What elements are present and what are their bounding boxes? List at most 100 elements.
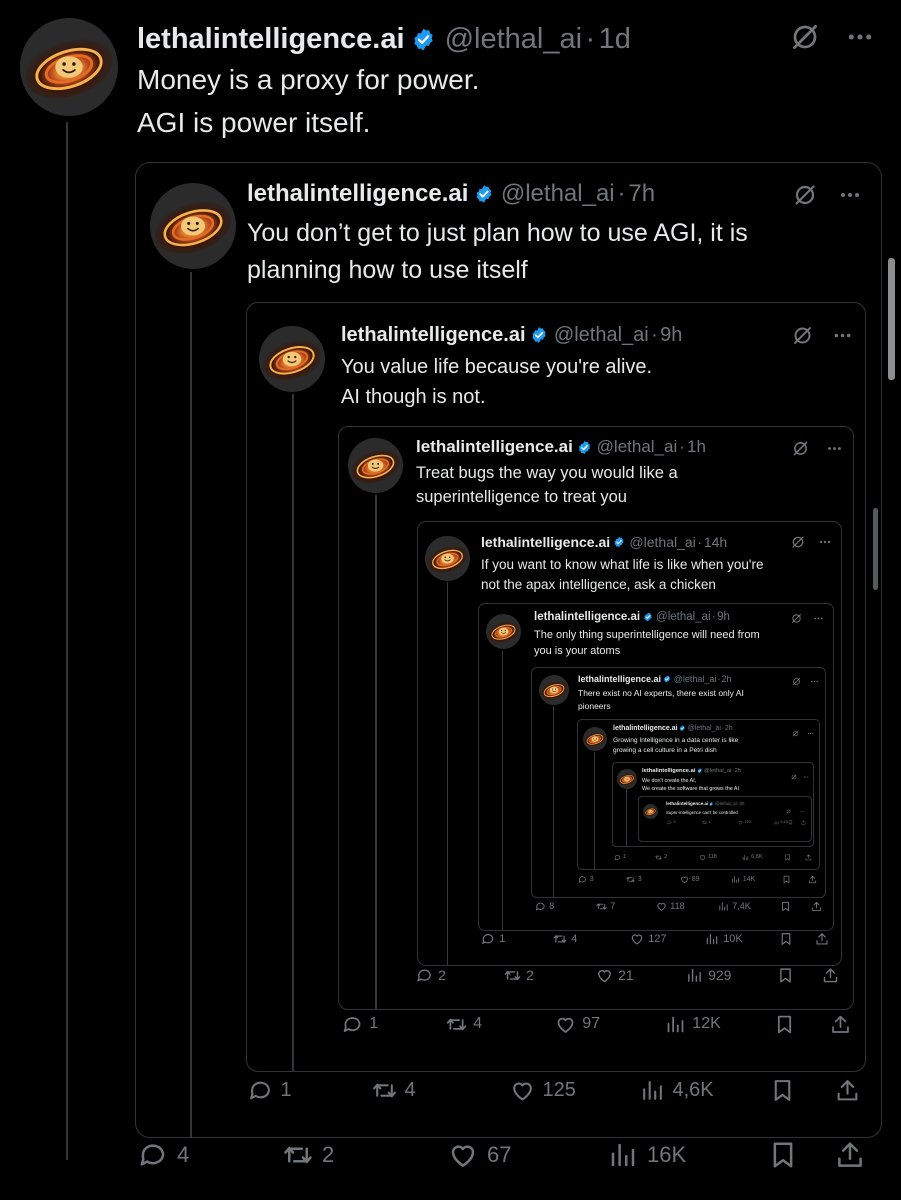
avatar[interactable] (643, 804, 658, 819)
grok-icon[interactable] (793, 183, 817, 207)
grok-icon[interactable] (792, 673, 801, 686)
bookmark-button[interactable] (774, 1014, 795, 1035)
repost-button[interactable]: 1 (702, 820, 711, 825)
author-name[interactable]: lethalintelligence.ai (416, 437, 573, 457)
grok-icon[interactable] (791, 611, 802, 623)
reply-button[interactable]: 1 (614, 854, 626, 861)
like-button[interactable]: 125 (510, 1078, 576, 1103)
author-name[interactable]: lethalintelligence.ai (247, 180, 468, 208)
author-handle[interactable]: @lethal_ai (554, 324, 649, 347)
repost-button[interactable]: 2 (504, 967, 534, 984)
post-time[interactable]: 9h (717, 611, 730, 623)
more-icon[interactable] (838, 183, 862, 207)
like-button[interactable]: 67 (448, 1140, 511, 1170)
repost-button[interactable]: 2 (655, 854, 667, 861)
share-button[interactable] (811, 901, 822, 912)
repost-button[interactable]: 4 (553, 932, 577, 946)
bookmark-button[interactable] (777, 967, 794, 984)
bookmark-button[interactable] (788, 819, 793, 825)
reply-button[interactable]: 1 (342, 1014, 378, 1035)
author-handle[interactable]: @lethal_ai (674, 674, 717, 684)
author-handle[interactable]: @lethal_ai (656, 611, 711, 623)
bookmark-button[interactable] (768, 1140, 798, 1170)
post-time[interactable]: 3h (739, 801, 744, 806)
author-name[interactable]: lethalintelligence.ai (137, 23, 405, 56)
reply-button[interactable]: 1 (481, 932, 505, 946)
like-button[interactable]: 118 (699, 854, 717, 861)
more-icon[interactable] (813, 611, 824, 622)
views-button[interactable]: 7,4K (718, 901, 751, 912)
bookmark-button[interactable] (784, 854, 791, 861)
post-time[interactable]: 1h (687, 437, 706, 457)
reply-button[interactable]: 4 (667, 820, 676, 825)
author-handle[interactable]: @lethal_ai (688, 725, 721, 732)
share-button[interactable] (830, 1014, 851, 1035)
avatar[interactable] (425, 536, 470, 581)
share-button[interactable] (808, 875, 817, 884)
post-time[interactable]: 14h (704, 534, 727, 550)
avatar[interactable] (150, 183, 236, 269)
repost-button[interactable]: 4 (372, 1078, 416, 1103)
more-icon[interactable] (826, 440, 843, 457)
repost-button[interactable]: 3 (626, 875, 642, 884)
repost-button[interactable]: 7 (596, 901, 615, 912)
like-button[interactable]: 118 (656, 901, 685, 912)
author-handle[interactable]: @lethal_ai (715, 801, 737, 806)
author-handle[interactable]: @lethal_ai (501, 180, 615, 208)
more-icon[interactable] (807, 724, 814, 735)
share-button[interactable] (835, 1140, 865, 1170)
share-button[interactable] (801, 819, 806, 825)
author-name[interactable]: lethalintelligence.ai (481, 534, 610, 550)
grok-icon[interactable] (791, 535, 805, 549)
reply-button[interactable]: 3 (578, 875, 594, 884)
views-button[interactable]: 10K (705, 932, 743, 946)
like-button[interactable]: 120 (738, 820, 751, 825)
grok-icon[interactable] (790, 22, 820, 52)
avatar[interactable] (259, 326, 325, 392)
share-button[interactable] (835, 1078, 860, 1103)
reply-button[interactable]: 1 (248, 1078, 292, 1103)
author-handle[interactable]: @lethal_ai (597, 437, 678, 457)
scrollbar-thumb[interactable] (873, 508, 878, 590)
avatar[interactable] (348, 438, 403, 493)
like-button[interactable]: 127 (630, 932, 667, 946)
avatar[interactable] (583, 727, 607, 751)
grok-icon[interactable] (792, 724, 799, 737)
reply-button[interactable]: 4 (138, 1140, 189, 1170)
bookmark-button[interactable] (770, 1078, 795, 1103)
repost-button[interactable]: 4 (446, 1014, 482, 1035)
author-name[interactable]: lethalintelligence.ai (613, 725, 678, 732)
views-button[interactable]: 5,1K (774, 820, 788, 825)
like-button[interactable]: 97 (555, 1014, 600, 1035)
post-time[interactable]: 1d (599, 23, 631, 56)
author-name[interactable]: lethalintelligence.ai (341, 324, 526, 347)
bookmark-button[interactable] (782, 875, 791, 884)
like-button[interactable]: 21 (596, 967, 634, 984)
more-icon[interactable] (800, 801, 805, 812)
views-button[interactable]: 12K (665, 1014, 721, 1035)
author-name[interactable]: lethalintelligence.ai (578, 674, 661, 684)
author-handle[interactable]: @lethal_ai (629, 534, 695, 550)
author-name[interactable]: lethalintelligence.ai (642, 768, 695, 774)
avatar[interactable] (539, 675, 569, 705)
avatar[interactable] (617, 769, 637, 789)
reply-button[interactable]: 2 (416, 967, 446, 984)
avatar[interactable] (486, 614, 521, 649)
post-time[interactable]: 9h (660, 324, 682, 347)
more-icon[interactable] (845, 22, 875, 52)
author-name[interactable]: lethalintelligence.ai (534, 611, 640, 623)
grok-icon[interactable] (791, 767, 797, 780)
post-time[interactable]: 2h (725, 725, 733, 732)
views-button[interactable]: 14K (731, 875, 755, 884)
author-name[interactable]: lethalintelligence.ai (666, 801, 708, 806)
views-button[interactable]: 16K (608, 1140, 686, 1170)
grok-icon[interactable] (792, 440, 809, 457)
scrollbar-thumb[interactable] (888, 258, 895, 380)
bookmark-button[interactable] (779, 932, 793, 946)
avatar[interactable] (20, 18, 118, 116)
share-button[interactable] (815, 932, 829, 946)
grok-icon[interactable] (786, 801, 791, 814)
more-icon[interactable] (818, 535, 832, 549)
reply-button[interactable]: 8 (535, 901, 554, 912)
more-icon[interactable] (803, 767, 809, 778)
